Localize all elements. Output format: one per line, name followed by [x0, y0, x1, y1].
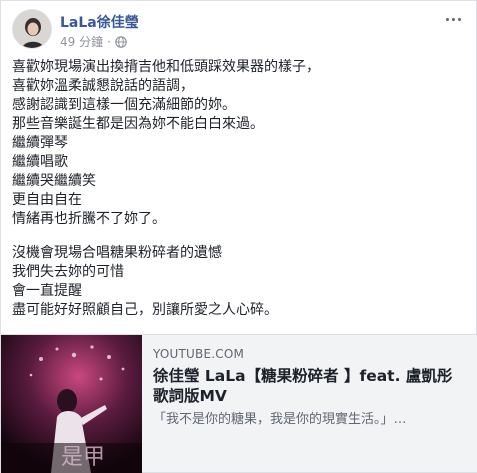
message-line: 沒機會現場合唱糖果粉碎者的遺憾 — [12, 245, 222, 261]
message-line: 喜歡妳現場演出換揹吉他和低頭踩效果器的樣子， — [12, 59, 320, 75]
post-timestamp[interactable]: 49 分鐘 — [60, 33, 103, 50]
message-line: 喜歡妳溫柔誠懇說話的語調， — [12, 78, 194, 94]
meta-separator: · — [107, 34, 111, 49]
video-thumbnail[interactable]: 是甲 — [1, 335, 142, 473]
message-line: 我們失去妳的可惜 — [12, 264, 124, 280]
link-text: YOUTUBE.COM 徐佳瑩 LaLa【糖果粉碎者 】feat. 盧凱彤 歌詞… — [153, 347, 467, 429]
avatar-image — [13, 10, 51, 48]
message-line: 盡可能好好照顧自己，別讓所愛之人心碎。 — [12, 302, 278, 318]
author-name[interactable]: LaLa徐佳瑩 — [60, 12, 139, 32]
globe-icon — [115, 35, 127, 48]
message-line: 繼續唱歌 — [12, 154, 68, 170]
link-description: 「我不是你的糖果，我是你的現實生活。」… — [153, 412, 407, 427]
message-line: 情緒再也折騰不了妳了。 — [12, 211, 166, 227]
message-line: 更自由自在 — [12, 192, 82, 208]
link-title[interactable]: 徐佳瑩 LaLa【糖果粉碎者 】feat. 盧凱彤 歌詞版MV — [153, 366, 467, 406]
link-domain: YOUTUBE.COM — [153, 347, 245, 361]
link-preview[interactable]: 是甲 YOUTUBE.COM 徐佳瑩 LaLa【糖果粉碎者 】feat. 盧凱彤… — [1, 334, 477, 473]
thumbnail-caption: 是甲 — [61, 445, 106, 470]
post-card: LaLa徐佳瑩 49 分鐘 · 喜歡妳現場演出換揹吉他和低頭踩效果器的樣子， 喜… — [0, 0, 477, 473]
message-line: 那些音樂誕生都是因為妳不能白白來過。 — [12, 116, 264, 132]
message-paragraph: 沒機會現場合唱糖果粉碎者的遺憾 我們失去妳的可惜 會一直提醒 盡可能好好照顧自己… — [12, 244, 467, 320]
message-line: 繼續哭繼續笑 — [12, 173, 96, 189]
message-paragraph: 喜歡妳現場演出換揹吉他和低頭踩效果器的樣子， 喜歡妳溫柔誠懇說話的語調， 感謝認… — [12, 58, 467, 229]
post-header: LaLa徐佳瑩 49 分鐘 · — [12, 9, 467, 51]
message-line: 會一直提醒 — [12, 283, 82, 299]
post-message: 喜歡妳現場演出換揹吉他和低頭踩效果器的樣子， 喜歡妳溫柔誠懇說話的語調， 感謝認… — [12, 58, 467, 335]
author-avatar[interactable] — [12, 9, 52, 49]
post-meta: 49 分鐘 · — [60, 33, 127, 50]
message-line: 感謝認識到這樣一個充滿細節的妳。 — [12, 97, 236, 113]
more-options-icon[interactable] — [441, 11, 465, 27]
message-line: 繼續彈琴 — [12, 135, 68, 151]
